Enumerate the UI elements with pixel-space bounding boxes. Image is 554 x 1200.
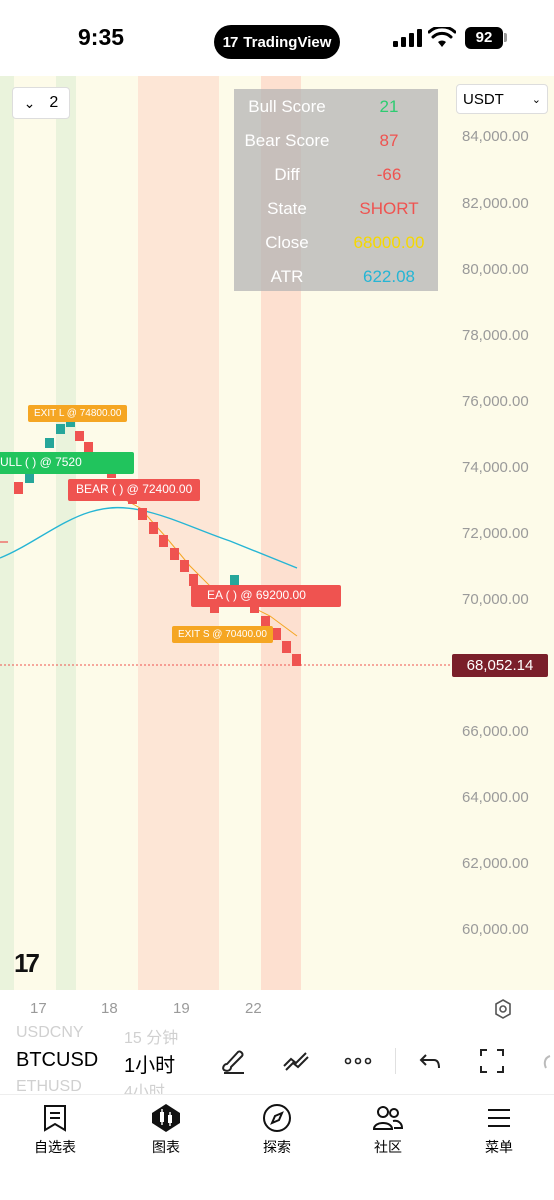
- price-axis-label: 70,000.00: [462, 591, 529, 608]
- bottom-navigation: 自选表 图表 探索 社区 菜单: [0, 1094, 554, 1200]
- chevron-down-icon: ⌄: [23, 94, 36, 111]
- score-value: 622.08: [363, 267, 415, 286]
- indicator-count: 2: [49, 94, 59, 111]
- chart-icon: [152, 1104, 180, 1132]
- price-axis-label: 78,000.00: [462, 327, 529, 344]
- price-axis-label: 64,000.00: [462, 789, 529, 806]
- time-axis-label: 22: [245, 1000, 262, 1017]
- nav-label: 菜单: [485, 1139, 513, 1155]
- symbol-toolbar: USDCNY 15 分钟 BTCUSD 1小时 ETHUSD 4小时: [0, 1024, 554, 1101]
- price-axis-label: 80,000.00: [462, 261, 529, 278]
- score-key: State: [267, 199, 307, 218]
- bear-signal-label: BEAR ( ) @ 72400.00: [68, 479, 201, 501]
- time-axis-label: 19: [173, 1000, 190, 1017]
- status-bar: 9:35 17 TradingView 92: [0, 0, 554, 76]
- nav-label: 探索: [263, 1139, 291, 1155]
- score-table: Bull Score 21 Bear Score 87 Diff -66 Sta…: [234, 89, 438, 291]
- menu-icon: [488, 1109, 510, 1127]
- ghost-symbol-above: USDCNY: [16, 1024, 84, 1041]
- score-value: 68000.00: [353, 233, 425, 252]
- price-axis-label: 72,000.00: [462, 525, 529, 542]
- currency-select[interactable]: USDT ⌄: [456, 84, 548, 114]
- score-row: State SHORT: [234, 199, 438, 233]
- score-key: ATR: [270, 267, 304, 286]
- time-axis-label: 17: [30, 1000, 47, 1017]
- price-axis-label: 60,000.00: [462, 921, 529, 938]
- nav-menu[interactable]: 菜单: [459, 1103, 539, 1157]
- fullscreen-icon[interactable]: [477, 1046, 507, 1076]
- score-value: 21: [379, 97, 399, 116]
- battery-icon: 92: [465, 27, 503, 49]
- score-value: -66: [376, 165, 402, 184]
- bull-session-band: [56, 76, 76, 990]
- score-value: SHORT: [359, 199, 419, 218]
- more-icon[interactable]: [343, 1046, 373, 1076]
- nav-community[interactable]: 社区: [348, 1103, 428, 1157]
- nav-label: 图表: [152, 1139, 180, 1155]
- drawing-tools-icon[interactable]: [281, 1046, 311, 1076]
- bull-signal-label: ULL ( ) @ 7520: [0, 452, 134, 474]
- nav-chart[interactable]: 图表: [126, 1103, 206, 1157]
- score-row: Bull Score 21: [234, 97, 438, 131]
- score-row: ATR 622.08: [234, 267, 438, 301]
- time-axis-label: 18: [101, 1000, 118, 1017]
- compass-icon: [263, 1104, 291, 1132]
- cellular-signal-icon: [393, 29, 422, 47]
- score-key: Close: [265, 233, 309, 252]
- symbol-picker[interactable]: BTCUSD: [16, 1049, 98, 1072]
- score-key: Bear Score: [244, 131, 330, 150]
- brush-icon[interactable]: [218, 1046, 248, 1076]
- currency-value: USDT: [463, 91, 504, 108]
- toolbar-divider: [395, 1048, 396, 1074]
- score-row: Diff -66: [234, 165, 438, 199]
- price-axis-label: 66,000.00: [462, 723, 529, 740]
- interval-picker[interactable]: 1小时: [124, 1049, 175, 1078]
- indicator-collapse-button[interactable]: ⌄ 2: [12, 87, 70, 119]
- bear-signal-label: EA ( ) @ 69200.00: [191, 585, 341, 607]
- nav-label: 社区: [374, 1139, 402, 1155]
- tradingview-pill: 17 TradingView: [214, 25, 340, 59]
- wifi-icon: [428, 27, 456, 47]
- settings-icon[interactable]: [493, 999, 513, 1019]
- redo-icon[interactable]: [540, 1046, 554, 1076]
- time-axis[interactable]: 17 18 19 22: [0, 990, 554, 1028]
- score-value: 87: [379, 131, 399, 150]
- tradingview-logo-icon: 17: [222, 33, 239, 51]
- chevron-down-icon: ⌄: [531, 94, 541, 106]
- exit-short-label: EXIT S @ 70400.00: [172, 626, 273, 643]
- undo-icon[interactable]: [416, 1046, 446, 1076]
- nav-watchlist[interactable]: 自选表: [15, 1103, 95, 1157]
- clock: 9:35: [78, 24, 125, 50]
- price-axis-label: 82,000.00: [462, 195, 529, 212]
- price-axis-label: 84,000.00: [462, 128, 529, 145]
- exit-long-label: EXIT L @ 74800.00: [28, 405, 128, 422]
- current-price-badge: 68,052.14: [452, 654, 548, 677]
- bull-session-band: [0, 76, 14, 990]
- ghost-interval-above: 15 分钟: [124, 1030, 179, 1047]
- chart-area[interactable]: 84,000.00 82,000.00 80,000.00 78,000.00 …: [0, 76, 554, 990]
- score-key: Diff: [274, 165, 300, 184]
- price-axis-label: 76,000.00: [462, 393, 529, 410]
- price-axis-label: 62,000.00: [462, 855, 529, 872]
- app-name: TradingView: [243, 33, 332, 51]
- tradingview-watermark-icon: 17: [14, 948, 40, 978]
- score-key: Bull Score: [248, 97, 326, 116]
- nav-label: 自选表: [34, 1139, 76, 1155]
- score-row: Bear Score 87: [234, 131, 438, 165]
- battery-tip: [504, 33, 507, 42]
- community-icon: [372, 1106, 404, 1130]
- price-axis-label: 74,000.00: [462, 459, 529, 476]
- score-row: Close 68000.00: [234, 233, 438, 267]
- nav-explore[interactable]: 探索: [237, 1103, 317, 1157]
- watchlist-icon: [44, 1105, 66, 1132]
